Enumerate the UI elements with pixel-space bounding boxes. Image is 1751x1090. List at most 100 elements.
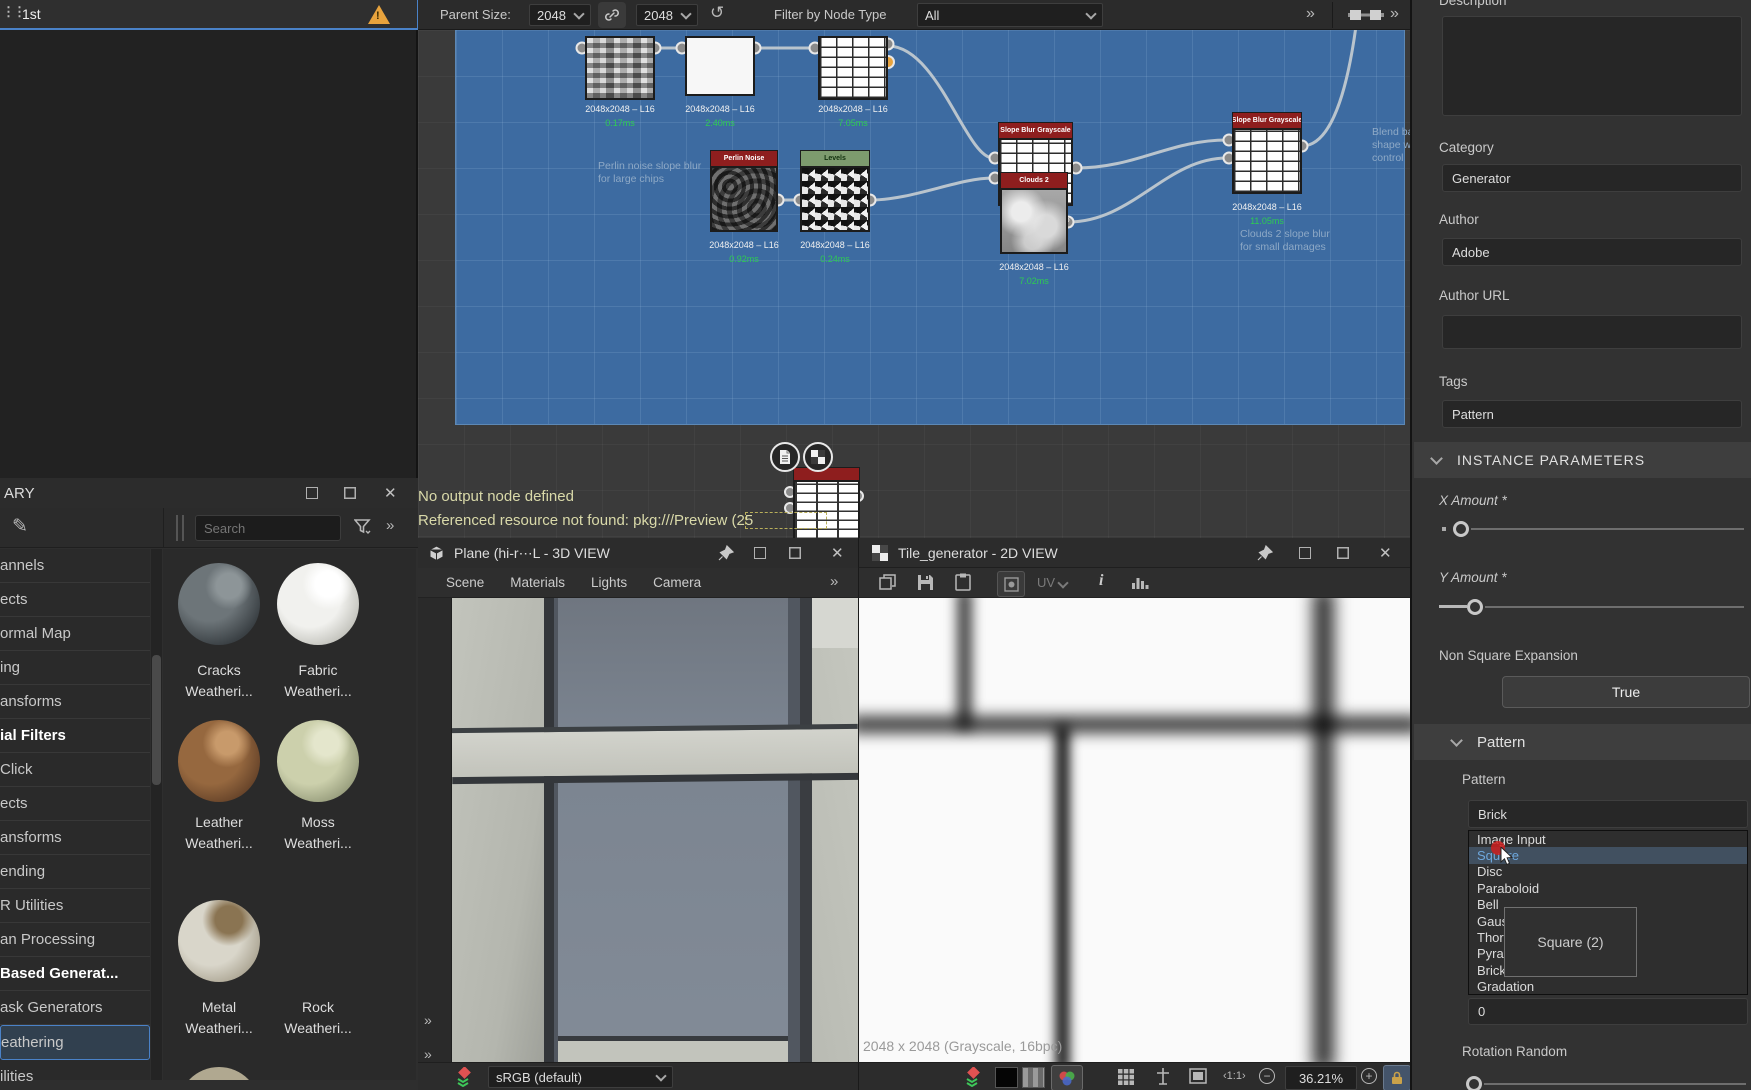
background-swatch-gray[interactable] (1022, 1067, 1045, 1088)
tags-field[interactable]: Pattern (1442, 400, 1742, 428)
toolbar3d-overflow-icon[interactable]: » (424, 1012, 432, 1028)
material-thumb-fabric[interactable] (277, 563, 359, 645)
nonsquare-true-button[interactable]: True (1502, 676, 1750, 708)
zoom-in-icon[interactable]: + (1361, 1068, 1377, 1084)
library-category[interactable]: ansforms (0, 685, 150, 719)
tile-grid-icon[interactable] (1117, 1068, 1135, 1086)
close-view-icon[interactable]: ✕ (831, 546, 844, 561)
paste-icon[interactable] (955, 573, 971, 591)
tab-1st[interactable]: 1st (22, 6, 41, 22)
pattern-option[interactable]: Gradation (1469, 979, 1747, 995)
library-category[interactable]: ask Generators (0, 991, 150, 1025)
graph-node-noise[interactable]: 2048x2048 – L16 0.17ms (585, 36, 655, 100)
filter-funnel-icon[interactable] (354, 519, 372, 535)
splitter-handle[interactable] (182, 515, 184, 541)
material-thumb-moss[interactable] (277, 720, 359, 802)
histogram-icon[interactable] (1131, 574, 1149, 590)
library-category[interactable]: ansforms (0, 821, 150, 855)
category-field[interactable]: Generator (1442, 164, 1742, 192)
library-category[interactable]: ects (0, 787, 150, 821)
splitter-handle[interactable] (176, 515, 178, 541)
lock-button[interactable] (1383, 1065, 1411, 1090)
float-panel-icon[interactable] (306, 487, 318, 499)
library-category[interactable]: Click (0, 753, 150, 787)
reset-size-icon[interactable]: ↺ (710, 3, 724, 23)
library-category[interactable]: ilities (0, 1060, 150, 1090)
library-category[interactable]: R Utilities (0, 889, 150, 923)
float-view-icon[interactable] (754, 547, 766, 559)
view3d-viewport[interactable] (452, 598, 858, 1062)
menu-materials[interactable]: Materials (510, 575, 565, 590)
zoom-out-icon[interactable]: − (1259, 1068, 1275, 1084)
maximize-view-icon[interactable] (789, 547, 801, 559)
graph-node-clouds[interactable]: Clouds 2 2048x2048 – L16 7.02ms (1000, 172, 1068, 286)
export-button[interactable] (997, 571, 1025, 597)
library-category[interactable]: annels (0, 549, 150, 583)
node-connection-icon[interactable] (1348, 7, 1384, 23)
pattern-option[interactable]: Paraboloid (1469, 880, 1747, 896)
library-overflow-icon[interactable]: » (386, 517, 394, 534)
search-input[interactable] (195, 515, 341, 541)
zoom-value-box[interactable]: 36.21% (1285, 1066, 1357, 1090)
author-url-field[interactable] (1442, 315, 1742, 349)
maximize-view-icon[interactable] (1337, 547, 1349, 559)
description-textarea[interactable] (1442, 16, 1742, 116)
author-field[interactable]: Adobe (1442, 238, 1742, 266)
link-sizes-button[interactable] (598, 2, 626, 28)
pattern-section-header[interactable]: Pattern (1414, 724, 1751, 760)
preview-badge[interactable] (770, 442, 800, 472)
pin-icon[interactable] (1257, 545, 1273, 561)
parent-width-dropdown[interactable]: 2048 (529, 4, 591, 26)
library-category[interactable]: ormal Map (0, 617, 150, 651)
graph-node-slope-blur-2[interactable]: Slope Blur Grayscale 2048x2048 – L16 11.… (1232, 112, 1302, 226)
parent-height-dropdown[interactable]: 2048 (636, 4, 698, 26)
material-thumb-rock[interactable] (277, 900, 359, 982)
graph-node-brick[interactable]: 2048x2048 – L16 7.05ms (818, 36, 888, 100)
library-category[interactable]: ects (0, 583, 150, 617)
background-swatch-black[interactable] (995, 1067, 1018, 1088)
instance-parameters-header[interactable]: INSTANCE PARAMETERS (1414, 442, 1751, 478)
material-thumb-cracks[interactable] (178, 563, 260, 645)
library-category[interactable]: an Processing (0, 923, 150, 957)
pattern-badge[interactable] (803, 442, 833, 472)
maximize-panel-icon[interactable] (344, 487, 356, 499)
graph-node-blank[interactable]: 2048x2048 – L16 2.40ms (685, 36, 755, 96)
info-icon[interactable]: i (1099, 572, 1103, 590)
copy-image-icon[interactable] (879, 574, 897, 591)
menu-scene[interactable]: Scene (446, 575, 484, 590)
uv-toggle[interactable]: UV (1037, 575, 1067, 590)
library-list-scrollbar[interactable] (151, 549, 162, 1080)
edit-pencil-icon[interactable]: ✎ (12, 515, 28, 538)
float-view-icon[interactable] (1299, 547, 1311, 559)
pattern-option[interactable]: Image Input (1469, 831, 1747, 847)
node-graph-view[interactable]: 2048x2048 – L16 0.17ms 2048x2048 – L16 2… (418, 30, 1410, 538)
pixel-inspector-icon[interactable] (1155, 1067, 1171, 1087)
y-amount-slider[interactable] (1439, 596, 1749, 618)
library-category-selected[interactable]: eathering (0, 1025, 150, 1060)
material-thumb-metal[interactable] (178, 900, 260, 982)
node-type-filter-dropdown[interactable]: All (917, 3, 1103, 27)
library-category[interactable]: Based Generat... (0, 957, 150, 991)
menu-camera[interactable]: Camera (653, 575, 701, 590)
colorspace-dropdown[interactable]: sRGB (default) (488, 1066, 673, 1088)
channels-button[interactable] (1051, 1065, 1083, 1090)
fit-1-1-icon[interactable]: ‹1:1› (1223, 1070, 1246, 1082)
library-category[interactable]: ial Filters (0, 719, 150, 753)
pin-icon[interactable] (718, 545, 734, 561)
menu-lights[interactable]: Lights (591, 575, 627, 590)
close-panel-icon[interactable]: ✕ (384, 486, 397, 501)
material-thumb-partial[interactable] (178, 1067, 260, 1080)
view2d-canvas[interactable]: 2048 x 2048 (Grayscale, 16bpc) (858, 598, 1410, 1062)
toolbar-overflow-icon[interactable]: » (1306, 5, 1315, 23)
pattern-dropdown[interactable]: Brick (1468, 800, 1748, 828)
menubar-overflow-icon[interactable]: » (830, 573, 838, 590)
save-icon[interactable] (917, 574, 934, 591)
x-amount-slider[interactable] (1439, 518, 1749, 540)
rotation-random-slider[interactable] (1462, 1072, 1751, 1090)
image-frame-icon[interactable] (1189, 1068, 1207, 1084)
material-thumb-leather[interactable] (178, 720, 260, 802)
graph-node-levels[interactable]: Levels 2048x2048 – L16 0.24ms (800, 150, 870, 264)
pattern-input-offset[interactable]: 0 (1468, 998, 1748, 1025)
library-category[interactable]: ending (0, 855, 150, 889)
toolbar-overflow-icon-2[interactable]: » (1390, 5, 1399, 23)
